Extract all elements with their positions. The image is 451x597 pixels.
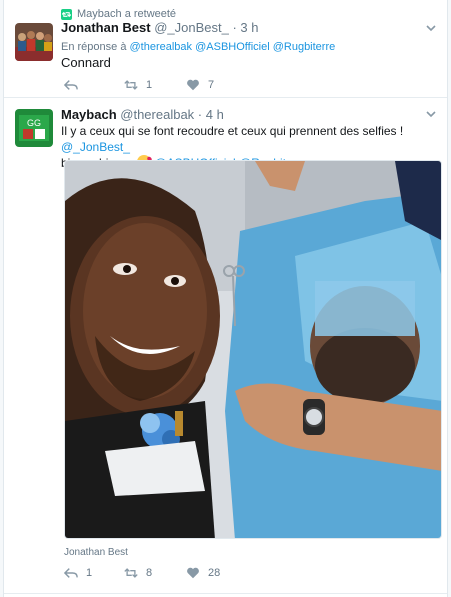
retweet-context-label[interactable]: Maybach a retweeté [77,8,176,20]
reply-icon [64,568,78,578]
like-button[interactable]: 7 [186,78,214,92]
tweet-jonathan-best[interactable]: Maybach a retweeté Jonathan Best @_JonBe… [4,0,447,98]
timestamp[interactable]: · 3 h [232,20,258,35]
tweet-text-line1: Il y a ceux qui se font recoudre et ceux… [61,124,404,138]
tweet-maybach[interactable]: GG Maybach @therealbak · 4 h Il y a ceux… [4,99,447,594]
retweet-icon [124,80,138,90]
retweet-context: Maybach a retweeté [61,8,176,20]
avatar[interactable] [15,23,53,61]
timeline: Maybach a retweeté Jonathan Best @_JonBe… [3,0,448,597]
author-handle[interactable]: @_JonBest_ [154,20,229,35]
selfie-photo [65,161,441,538]
retweet-badge-icon [61,8,72,20]
author-handle[interactable]: @therealbak [120,107,194,122]
mention-jonbest[interactable]: @_JonBest_ [61,140,130,154]
heart-icon [187,567,199,579]
reply-mention-rugbiterre[interactable]: @Rugbiterre [273,41,336,53]
tweet-header: Jonathan Best @_JonBest_ · 3 h [61,20,258,35]
like-count: 7 [208,79,215,91]
avatar[interactable]: GG [15,109,53,147]
chevron-down-icon[interactable] [425,22,437,34]
retweet-button[interactable]: 8 [124,566,186,580]
author-name[interactable]: Jonathan Best [61,20,151,35]
heart-icon [187,79,199,91]
retweet-count: 8 [146,567,153,579]
author-name[interactable]: Maybach [61,107,117,122]
reply-button[interactable]: 1 [64,566,124,580]
tweet-actions: 1 8 28 [64,566,220,580]
reply-context: En réponse à @therealbak @ASBHOfficiel @… [61,41,335,53]
chevron-down-icon[interactable] [425,108,437,120]
retweet-button[interactable]: 1 [124,78,186,92]
reply-button[interactable] [64,78,124,92]
retweet-count: 1 [146,79,153,91]
tweet-text: Connard [61,55,111,70]
svg-text:GG: GG [27,118,41,128]
reply-prefix: En réponse à [61,41,127,53]
tweet-header: Maybach @therealbak · 4 h [61,107,224,122]
retweet-icon [124,568,138,578]
like-button[interactable]: 28 [186,566,220,580]
reply-count: 1 [86,567,93,579]
tagged-user[interactable]: Jonathan Best [64,547,128,558]
tweet-actions: 1 7 [64,78,214,92]
reply-icon [64,80,78,90]
reply-mention-therealbak[interactable]: @therealbak [130,41,193,53]
tweet-photo[interactable] [64,160,442,539]
reply-mention-asbh[interactable]: @ASBHOfficiel [195,41,270,53]
like-count: 28 [208,567,221,579]
timestamp[interactable]: · 4 h [198,107,224,122]
